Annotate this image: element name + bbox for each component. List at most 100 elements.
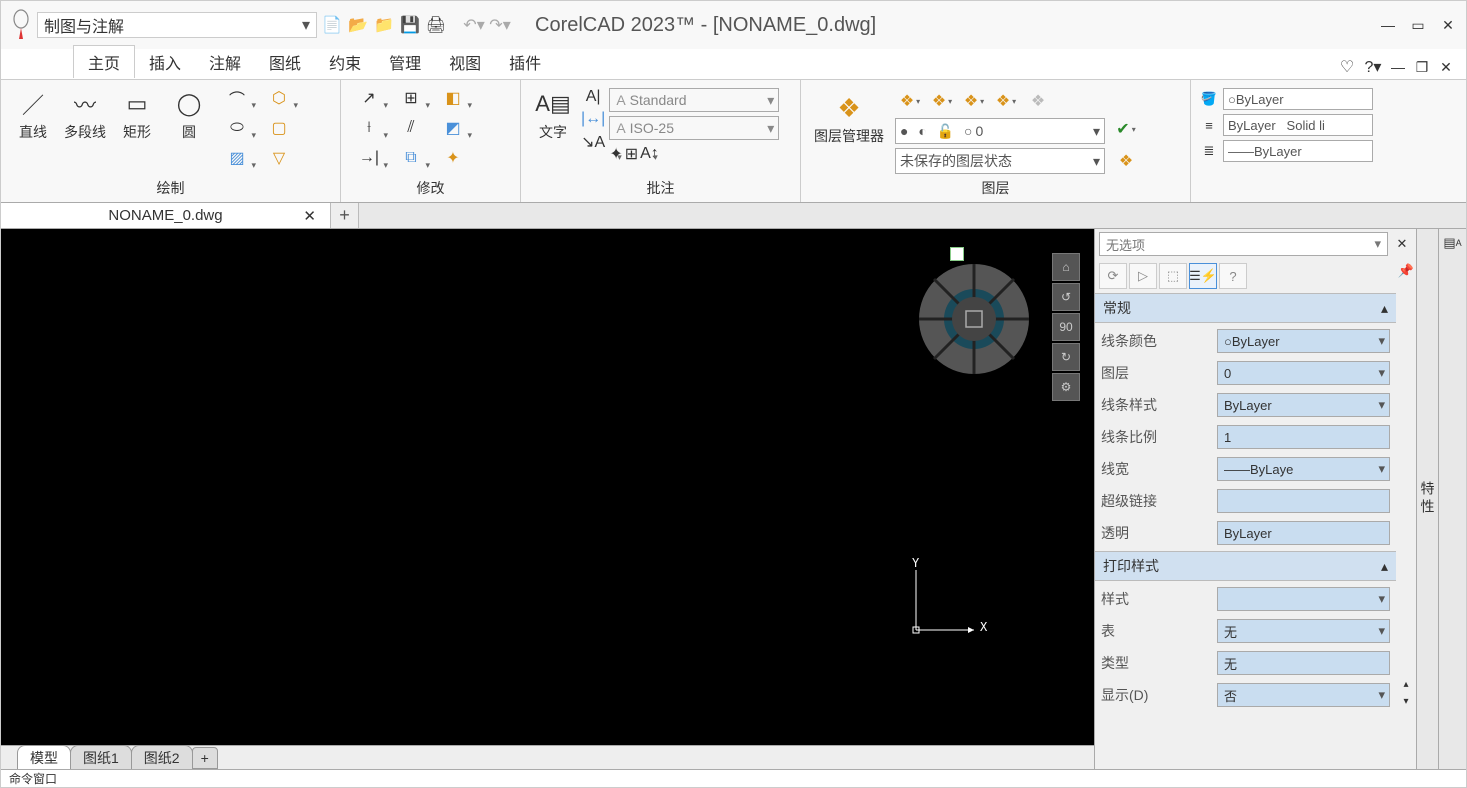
new-file-icon[interactable]: 📄 bbox=[321, 14, 343, 36]
panel-pin-icon[interactable]: 📌 bbox=[1398, 263, 1414, 279]
prop-plottype[interactable]: 无 bbox=[1217, 651, 1390, 675]
sheet-tab-add-button[interactable]: + bbox=[192, 747, 218, 769]
tool-polygon[interactable]: ⬡ bbox=[259, 84, 299, 112]
tool-ellipse[interactable]: ⬭ bbox=[217, 114, 257, 142]
tool-layer-manager[interactable]: ❖ 图层管理器 bbox=[809, 88, 889, 146]
prop-plottable[interactable]: 无 bbox=[1217, 619, 1390, 643]
tool-field[interactable]: A↕ bbox=[640, 144, 659, 164]
ribbon-tab-constrain[interactable]: 约束 bbox=[315, 46, 375, 78]
nav-settings-icon[interactable]: ⚙ bbox=[1052, 373, 1080, 401]
tool-hatch[interactable]: ▨ bbox=[217, 144, 257, 172]
ribbon-tab-manage[interactable]: 管理 bbox=[375, 46, 435, 78]
tool-circle[interactable]: ◯圆 bbox=[165, 84, 213, 142]
selection-combo[interactable]: 无选项 bbox=[1099, 232, 1388, 256]
prop-layer[interactable]: 0 bbox=[1217, 361, 1390, 385]
maximize-button[interactable]: ▭ bbox=[1408, 15, 1428, 35]
tool-arc[interactable]: ⌒ bbox=[217, 84, 257, 112]
layer-check-icon[interactable]: ✔ bbox=[1111, 116, 1141, 142]
lineweight-combo[interactable]: —— ByLayer bbox=[1223, 140, 1373, 162]
ribbon-tab-home[interactable]: 主页 bbox=[73, 45, 135, 78]
prop-lineweight[interactable]: —— ByLaye bbox=[1217, 457, 1390, 481]
sheet-tab-model[interactable]: 模型 bbox=[17, 745, 71, 770]
tool-copy[interactable]: ⧉ bbox=[391, 144, 431, 172]
dim-style-combo[interactable]: AISO-25 bbox=[609, 116, 779, 140]
props-tool-help[interactable]: ? bbox=[1219, 263, 1247, 289]
print-icon[interactable]: 🖨 bbox=[425, 14, 447, 36]
ribbon-tab-annotate[interactable]: 注解 bbox=[195, 46, 255, 78]
props-tool-2[interactable]: ▷ bbox=[1129, 263, 1157, 289]
scroll-down-icon[interactable]: ▾ bbox=[1403, 696, 1408, 707]
favorite-icon[interactable]: ♡ bbox=[1336, 56, 1358, 78]
tool-rectangle[interactable]: ▭矩形 bbox=[113, 84, 161, 142]
tool-trim[interactable]: ⟊ bbox=[349, 114, 389, 142]
layer-state-icon[interactable]: ❖ bbox=[1111, 148, 1141, 174]
nav-home-icon[interactable]: ⌂ bbox=[1052, 253, 1080, 281]
layer-freeze-icon[interactable]: ❖ bbox=[927, 88, 957, 114]
minimize-button[interactable]: — bbox=[1378, 15, 1398, 35]
tool-leader[interactable]: ↘A bbox=[581, 132, 605, 152]
ribbon-tab-plugin[interactable]: 插件 bbox=[495, 46, 555, 78]
linetype-combo[interactable]: ByLayer Solid li bbox=[1223, 114, 1373, 136]
layer-visible-icon[interactable]: ❖ bbox=[991, 88, 1021, 114]
tool-region[interactable]: ▢ bbox=[259, 114, 299, 142]
nav-90-button[interactable]: 90 bbox=[1052, 313, 1080, 341]
help-icon[interactable]: ?▾ bbox=[1362, 56, 1384, 78]
tool-polyline[interactable]: 〰多段线 bbox=[61, 84, 109, 142]
tool-dimension[interactable]: |↔| bbox=[581, 110, 605, 128]
text-style-combo[interactable]: AStandard bbox=[609, 88, 779, 112]
doc-tab-add-button[interactable]: + bbox=[331, 203, 359, 228]
tool-move[interactable]: ↗ bbox=[349, 84, 389, 112]
doc-restore-button[interactable]: ❐ bbox=[1412, 57, 1432, 77]
doc-tab-close-icon[interactable]: ✕ bbox=[303, 207, 316, 225]
tool-mleader[interactable]: ✦ bbox=[609, 144, 622, 164]
sheet-tab-2[interactable]: 图纸2 bbox=[131, 745, 193, 770]
layer-off-icon[interactable]: ❖ bbox=[895, 88, 925, 114]
section-plot[interactable]: 打印样式▴ bbox=[1095, 551, 1396, 581]
tool-array[interactable]: ⊞ bbox=[391, 84, 431, 112]
props-tool-list[interactable]: ☰⚡ bbox=[1189, 263, 1217, 289]
tool-extend[interactable]: →| bbox=[349, 144, 389, 172]
prop-hyperlink[interactable] bbox=[1217, 489, 1390, 513]
lineweight-icon[interactable]: ≣ bbox=[1199, 141, 1219, 161]
viewport[interactable]: ⌂ ↺ 90 ↻ ⚙ Y X bbox=[1, 229, 1094, 745]
workspace-combo[interactable]: 制图与注解 bbox=[37, 12, 317, 38]
props-tool-1[interactable]: ⟳ bbox=[1099, 263, 1127, 289]
redo-icon[interactable]: ↷▾ bbox=[489, 14, 511, 36]
paint-icon[interactable]: 🪣 bbox=[1199, 89, 1219, 109]
prop-plotshow[interactable]: 否 bbox=[1217, 683, 1390, 707]
doc-close-button[interactable]: ✕ bbox=[1436, 57, 1456, 77]
prop-plotstyle[interactable] bbox=[1217, 587, 1390, 611]
undo-icon[interactable]: ↶▾ bbox=[463, 14, 485, 36]
prop-linescale[interactable]: 1 bbox=[1217, 425, 1390, 449]
tool-fillet[interactable]: ◩ bbox=[433, 114, 473, 142]
layer-misc-icon[interactable]: ❖ bbox=[1023, 88, 1053, 114]
ribbon-tab-sheet[interactable]: 图纸 bbox=[255, 46, 315, 78]
open-folder-icon[interactable]: 📁 bbox=[373, 14, 395, 36]
tool-explode[interactable]: ✦ bbox=[433, 144, 473, 172]
save-icon[interactable]: 💾 bbox=[399, 14, 421, 36]
linetype-icon[interactable]: ≡ bbox=[1199, 115, 1219, 135]
prop-linestyle[interactable]: ByLayer bbox=[1217, 393, 1390, 417]
nav-rotate-right-icon[interactable]: ↻ bbox=[1052, 343, 1080, 371]
ribbon-tab-insert[interactable]: 插入 bbox=[135, 46, 195, 78]
tool-text-a[interactable]: A| bbox=[581, 88, 605, 106]
tool-table[interactable]: ⊞ bbox=[625, 144, 638, 164]
tool-line[interactable]: ／直线 bbox=[9, 84, 57, 142]
open-file-icon[interactable]: 📂 bbox=[347, 14, 369, 36]
prop-linecolor[interactable]: ○ ByLayer bbox=[1217, 329, 1390, 353]
layer-state-combo[interactable]: 未保存的图层状态 bbox=[895, 148, 1105, 174]
panel-close-icon[interactable]: ✕ bbox=[1392, 236, 1412, 252]
tool-erase[interactable]: ◧ bbox=[433, 84, 473, 112]
nav-wheel[interactable] bbox=[914, 259, 1034, 379]
prop-transparency[interactable]: ByLayer bbox=[1217, 521, 1390, 545]
section-general[interactable]: 常规▴ bbox=[1095, 293, 1396, 323]
props-tool-3[interactable]: ⬚ bbox=[1159, 263, 1187, 289]
sheet-tab-1[interactable]: 图纸1 bbox=[70, 745, 132, 770]
sidebar-colors-icon[interactable]: ▤A bbox=[1443, 233, 1463, 253]
ribbon-tab-view[interactable]: 视图 bbox=[435, 46, 495, 78]
nav-rotate-left-icon[interactable]: ↺ bbox=[1052, 283, 1080, 311]
tool-text[interactable]: A▤文字 bbox=[529, 84, 577, 142]
tool-offset[interactable]: ⫽ bbox=[391, 114, 431, 142]
doc-tab-active[interactable]: NONAME_0.dwg ✕ bbox=[1, 203, 331, 228]
side-tab-properties[interactable]: 特性 bbox=[1416, 229, 1438, 769]
